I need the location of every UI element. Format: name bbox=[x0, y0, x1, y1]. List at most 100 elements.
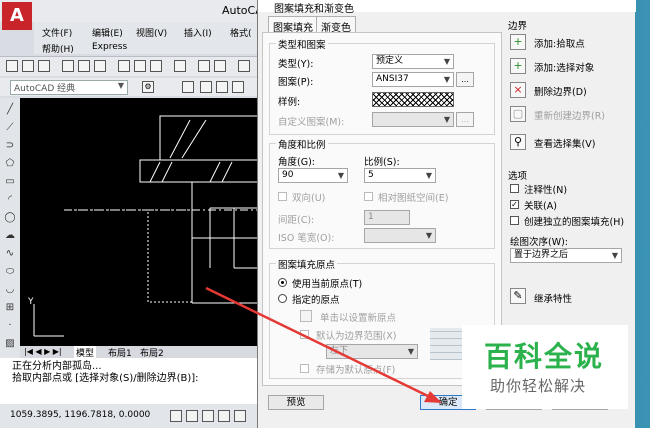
double-checkbox[interactable] bbox=[278, 192, 287, 201]
save-icon[interactable] bbox=[38, 60, 50, 72]
snap-icon[interactable] bbox=[170, 410, 182, 422]
magnifier-icon[interactable]: ⚲ bbox=[510, 134, 526, 150]
circle-icon[interactable]: ◯ bbox=[4, 212, 16, 224]
ellipse-icon[interactable]: ⬭ bbox=[4, 266, 16, 278]
pattern-select[interactable]: ANSI37 ▼ bbox=[372, 72, 454, 87]
type-select[interactable]: 预定义 ▼ bbox=[372, 54, 454, 69]
revcloud-icon[interactable]: ☁ bbox=[4, 230, 16, 242]
tab-nav-arrows-icon[interactable]: |◀ ◀ ▶ ▶| bbox=[24, 347, 62, 356]
separate-hatch-checkbox[interactable] bbox=[510, 216, 519, 225]
view-selection-button[interactable]: 查看选择集(V) bbox=[534, 136, 595, 150]
recreate-boundary-button[interactable]: 重新创建边界(R) bbox=[534, 108, 605, 122]
new-file-icon[interactable] bbox=[6, 60, 18, 72]
pan-icon[interactable] bbox=[238, 60, 250, 72]
gear-icon[interactable]: ⚙ bbox=[142, 81, 154, 93]
polar-icon[interactable] bbox=[218, 410, 230, 422]
menu-edit[interactable]: 编辑(E) bbox=[92, 26, 123, 39]
add-select-objects-button[interactable]: 添加:选择对象 bbox=[534, 60, 594, 74]
custom-pattern-label: 自定义图案(M): bbox=[278, 117, 345, 128]
custom-browse-button[interactable]: ... bbox=[456, 112, 474, 127]
line-icon[interactable]: ╱ bbox=[4, 104, 16, 116]
click-set-origin-icon[interactable] bbox=[300, 310, 312, 322]
preview-button[interactable]: 预览 bbox=[268, 395, 324, 410]
publish-icon[interactable] bbox=[94, 60, 106, 72]
menu-help[interactable]: 帮助(H) bbox=[42, 42, 74, 55]
grid-icon[interactable] bbox=[186, 410, 198, 422]
custom-pattern-select[interactable]: ▼ bbox=[372, 112, 454, 127]
default-extent-checkbox[interactable] bbox=[300, 330, 309, 339]
match-properties-icon[interactable] bbox=[174, 60, 186, 72]
osnap-icon[interactable] bbox=[234, 410, 246, 422]
menu-view[interactable]: 视图(V) bbox=[136, 26, 167, 39]
store-default-label: 存储为默认原点(F) bbox=[316, 365, 396, 376]
scale-select[interactable]: 5 ▼ bbox=[364, 168, 436, 183]
drawing-canvas[interactable]: Y bbox=[20, 98, 265, 346]
spline-icon[interactable]: ∿ bbox=[4, 248, 16, 260]
layer-icon[interactable] bbox=[182, 81, 194, 93]
extent-position-select[interactable]: 左下 ▼ bbox=[326, 344, 418, 359]
chevron-down-icon: ▼ bbox=[611, 251, 618, 260]
inherit-properties-button[interactable]: 继承特性 bbox=[534, 291, 572, 305]
preview-icon[interactable] bbox=[78, 60, 90, 72]
add-select-objects-icon[interactable]: + bbox=[510, 58, 526, 74]
workspace-select[interactable]: AutoCAD 经典 ▼ bbox=[10, 80, 128, 95]
add-pick-point-icon[interactable]: + bbox=[510, 34, 526, 50]
ortho-icon[interactable] bbox=[202, 410, 214, 422]
menu-bar: 文件(F) 编辑(E) 视图(V) 插入(I) 格式( 帮助(H) Expres… bbox=[34, 22, 265, 55]
pattern-browse-button[interactable]: ... bbox=[456, 72, 474, 87]
rectangle-icon[interactable]: ▭ bbox=[4, 176, 16, 188]
copy-icon[interactable] bbox=[134, 60, 146, 72]
axis-y-label: Y bbox=[27, 297, 34, 307]
open-file-icon[interactable] bbox=[22, 60, 34, 72]
cut-icon[interactable] bbox=[118, 60, 130, 72]
autocad-logo-icon[interactable]: A bbox=[2, 2, 32, 30]
inherit-properties-icon[interactable]: ✎ bbox=[510, 288, 526, 304]
sun-icon[interactable] bbox=[216, 81, 228, 93]
menu-format[interactable]: 格式( bbox=[230, 26, 252, 39]
use-current-origin-label: 使用当前原点(T) bbox=[292, 279, 363, 290]
menu-express[interactable]: Express bbox=[92, 42, 127, 52]
store-default-checkbox[interactable] bbox=[300, 364, 309, 373]
menu-file[interactable]: 文件(F) bbox=[42, 26, 72, 39]
tab-gradient[interactable]: 渐变色 bbox=[316, 16, 356, 34]
add-pick-point-button[interactable]: 添加:拾取点 bbox=[534, 36, 585, 50]
boundary-title: 边界 bbox=[508, 21, 528, 32]
print-icon[interactable] bbox=[62, 60, 74, 72]
redo-icon[interactable] bbox=[214, 60, 226, 72]
insert-block-icon[interactable]: ⊞ bbox=[4, 302, 16, 314]
click-set-origin-label: 单击以设置新原点 bbox=[320, 313, 397, 324]
specify-origin-radio[interactable] bbox=[278, 294, 287, 303]
annotative-label: 注释性(N) bbox=[524, 185, 568, 196]
polygon-icon[interactable]: ⬠ bbox=[4, 158, 16, 170]
undo-icon[interactable] bbox=[198, 60, 210, 72]
spacing-input[interactable]: 1 bbox=[364, 210, 410, 225]
options-title: 选项 bbox=[508, 171, 528, 182]
tab-hatch[interactable]: 图案填充 bbox=[268, 16, 318, 34]
arc-icon[interactable]: ◜ bbox=[4, 194, 16, 206]
command-history-line: 正在分析内部孤岛... bbox=[12, 361, 102, 372]
ellipse-arc-icon[interactable]: ◡ bbox=[4, 284, 16, 296]
command-prompt-line: 拾取内部点或 [选择对象(S)/删除边界(B)]: bbox=[12, 373, 199, 384]
annotative-checkbox[interactable] bbox=[510, 184, 519, 193]
lock-icon[interactable] bbox=[232, 81, 244, 93]
chevron-down-icon: ▼ bbox=[425, 231, 432, 240]
group-title-origin: 图案填充原点 bbox=[276, 257, 338, 271]
iso-pen-select[interactable]: ▼ bbox=[364, 228, 436, 243]
pattern-swatch[interactable] bbox=[372, 92, 454, 107]
relative-paper-checkbox[interactable] bbox=[364, 192, 373, 201]
command-line[interactable]: 正在分析内部孤岛... 拾取内部点或 [选择对象(S)/删除边界(B)]: bbox=[0, 358, 265, 404]
remove-boundary-button[interactable]: 删除边界(D) bbox=[534, 84, 587, 98]
lightbulb-icon[interactable] bbox=[200, 81, 212, 93]
draw-order-select[interactable]: 置于边界之后 ▼ bbox=[510, 248, 622, 263]
paste-icon[interactable] bbox=[150, 60, 162, 72]
hatch-icon[interactable]: ▨ bbox=[4, 338, 16, 350]
point-icon[interactable]: · bbox=[4, 320, 16, 332]
polyline-icon[interactable]: ⊃ bbox=[4, 140, 16, 152]
construction-line-icon[interactable]: ⟋ bbox=[4, 122, 16, 134]
remove-boundary-icon[interactable]: × bbox=[510, 82, 526, 98]
menu-insert[interactable]: 插入(I) bbox=[184, 26, 212, 39]
recreate-boundary-icon[interactable]: ▢ bbox=[510, 106, 526, 122]
associative-checkbox[interactable]: ✓ bbox=[510, 200, 519, 209]
use-current-origin-radio[interactable] bbox=[278, 278, 287, 287]
angle-select[interactable]: 90 ▼ bbox=[278, 168, 348, 183]
